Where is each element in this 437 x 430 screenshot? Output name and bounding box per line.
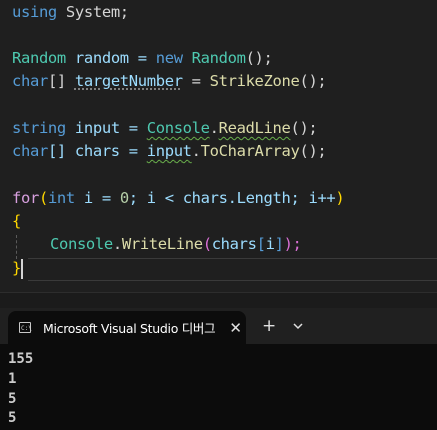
code-token: ; i++ xyxy=(290,189,336,207)
code-token: i = xyxy=(74,189,120,207)
code-token: StrikeZone xyxy=(209,72,300,90)
code-token: [] chars = xyxy=(47,142,147,160)
code-line-8[interactable]: Console.WriteLine(chars[i]); xyxy=(50,233,302,256)
code-token: Random xyxy=(191,49,246,67)
code-token: i xyxy=(265,235,275,253)
code-line-7[interactable]: { xyxy=(12,210,21,233)
code-editor[interactable]: using System; Random random = new Random… xyxy=(0,0,437,292)
code-line-4[interactable]: string input = Console.ReadLine(); xyxy=(12,117,318,140)
chevron-down-icon[interactable] xyxy=(292,320,304,332)
terminal-tab-title: Microsoft Visual Studio 디버그 xyxy=(43,321,216,336)
code-line-1[interactable]: using System; xyxy=(12,1,129,24)
current-line-highlight xyxy=(28,258,437,281)
code-token: (); xyxy=(299,72,327,90)
new-tab-button[interactable]: + xyxy=(262,318,276,335)
code-token: [] xyxy=(47,72,75,90)
code-token: int xyxy=(47,189,75,207)
close-icon[interactable]: ✕ xyxy=(229,319,242,337)
code-token: (); xyxy=(290,119,318,137)
code-line-9[interactable]: } xyxy=(12,257,21,280)
code-token: ] xyxy=(274,235,284,253)
code-line-5[interactable]: char[] chars = input.ToCharArray(); xyxy=(12,140,327,163)
code-token: input xyxy=(146,142,192,160)
code-token: new xyxy=(155,49,183,67)
code-token: (); xyxy=(245,49,273,67)
code-token: 0 xyxy=(119,189,129,207)
code-token: ; i < chars. xyxy=(128,189,237,207)
code-token: ) xyxy=(335,189,345,207)
terminal-tab[interactable]: C:\ Microsoft Visual Studio 디버그 ✕ xyxy=(8,311,246,344)
code-token: . xyxy=(191,142,201,160)
code-token: (); xyxy=(299,142,327,160)
code-line-3[interactable]: char[] targetNumber = StrikeZone(); xyxy=(12,70,327,93)
code-line-6[interactable]: for(int i = 0; i < chars.Length; i++) xyxy=(12,187,345,210)
code-token: input = xyxy=(65,119,147,137)
code-token: . xyxy=(209,119,219,137)
code-token: ReadLine xyxy=(218,119,291,137)
code-token: { xyxy=(12,212,21,230)
code-token: random = xyxy=(65,49,156,67)
code-token: targetNumber xyxy=(74,72,183,90)
code-token: string xyxy=(12,119,66,137)
code-token: WriteLine xyxy=(121,235,203,253)
code-token: = xyxy=(182,72,210,90)
code-token: [ xyxy=(256,235,266,253)
code-token: Length xyxy=(236,189,291,207)
code-token: } xyxy=(12,259,21,277)
text-caret xyxy=(21,259,23,279)
code-token: Random xyxy=(12,49,66,67)
terminal-tab-bar: C:\ Microsoft Visual Studio 디버그 ✕ + xyxy=(0,308,437,344)
code-line-2[interactable]: Random random = new Random(); xyxy=(12,47,273,70)
code-token: ( xyxy=(202,235,212,253)
code-token: ( xyxy=(38,189,48,207)
terminal-icon: C:\ xyxy=(19,322,32,333)
terminal-output[interactable]: 155 1 5 5 xyxy=(0,344,437,430)
code-token: Console xyxy=(146,119,210,137)
code-token: . xyxy=(112,235,122,253)
indent-guide xyxy=(16,235,17,259)
output-line: 155 xyxy=(8,351,34,367)
code-token: for xyxy=(12,189,39,207)
code-token: ); xyxy=(283,235,302,253)
code-token: ToCharArray xyxy=(200,142,300,160)
panel-divider[interactable] xyxy=(0,292,437,309)
output-line: 1 xyxy=(8,371,17,387)
output-line: 5 xyxy=(8,410,17,426)
code-token: using xyxy=(12,3,57,21)
code-token: chars xyxy=(211,235,257,253)
code-token: Console xyxy=(50,235,113,253)
code-token: char xyxy=(12,72,48,90)
output-line: 5 xyxy=(8,391,17,407)
code-token: char xyxy=(12,142,48,160)
code-token: System; xyxy=(56,3,129,21)
